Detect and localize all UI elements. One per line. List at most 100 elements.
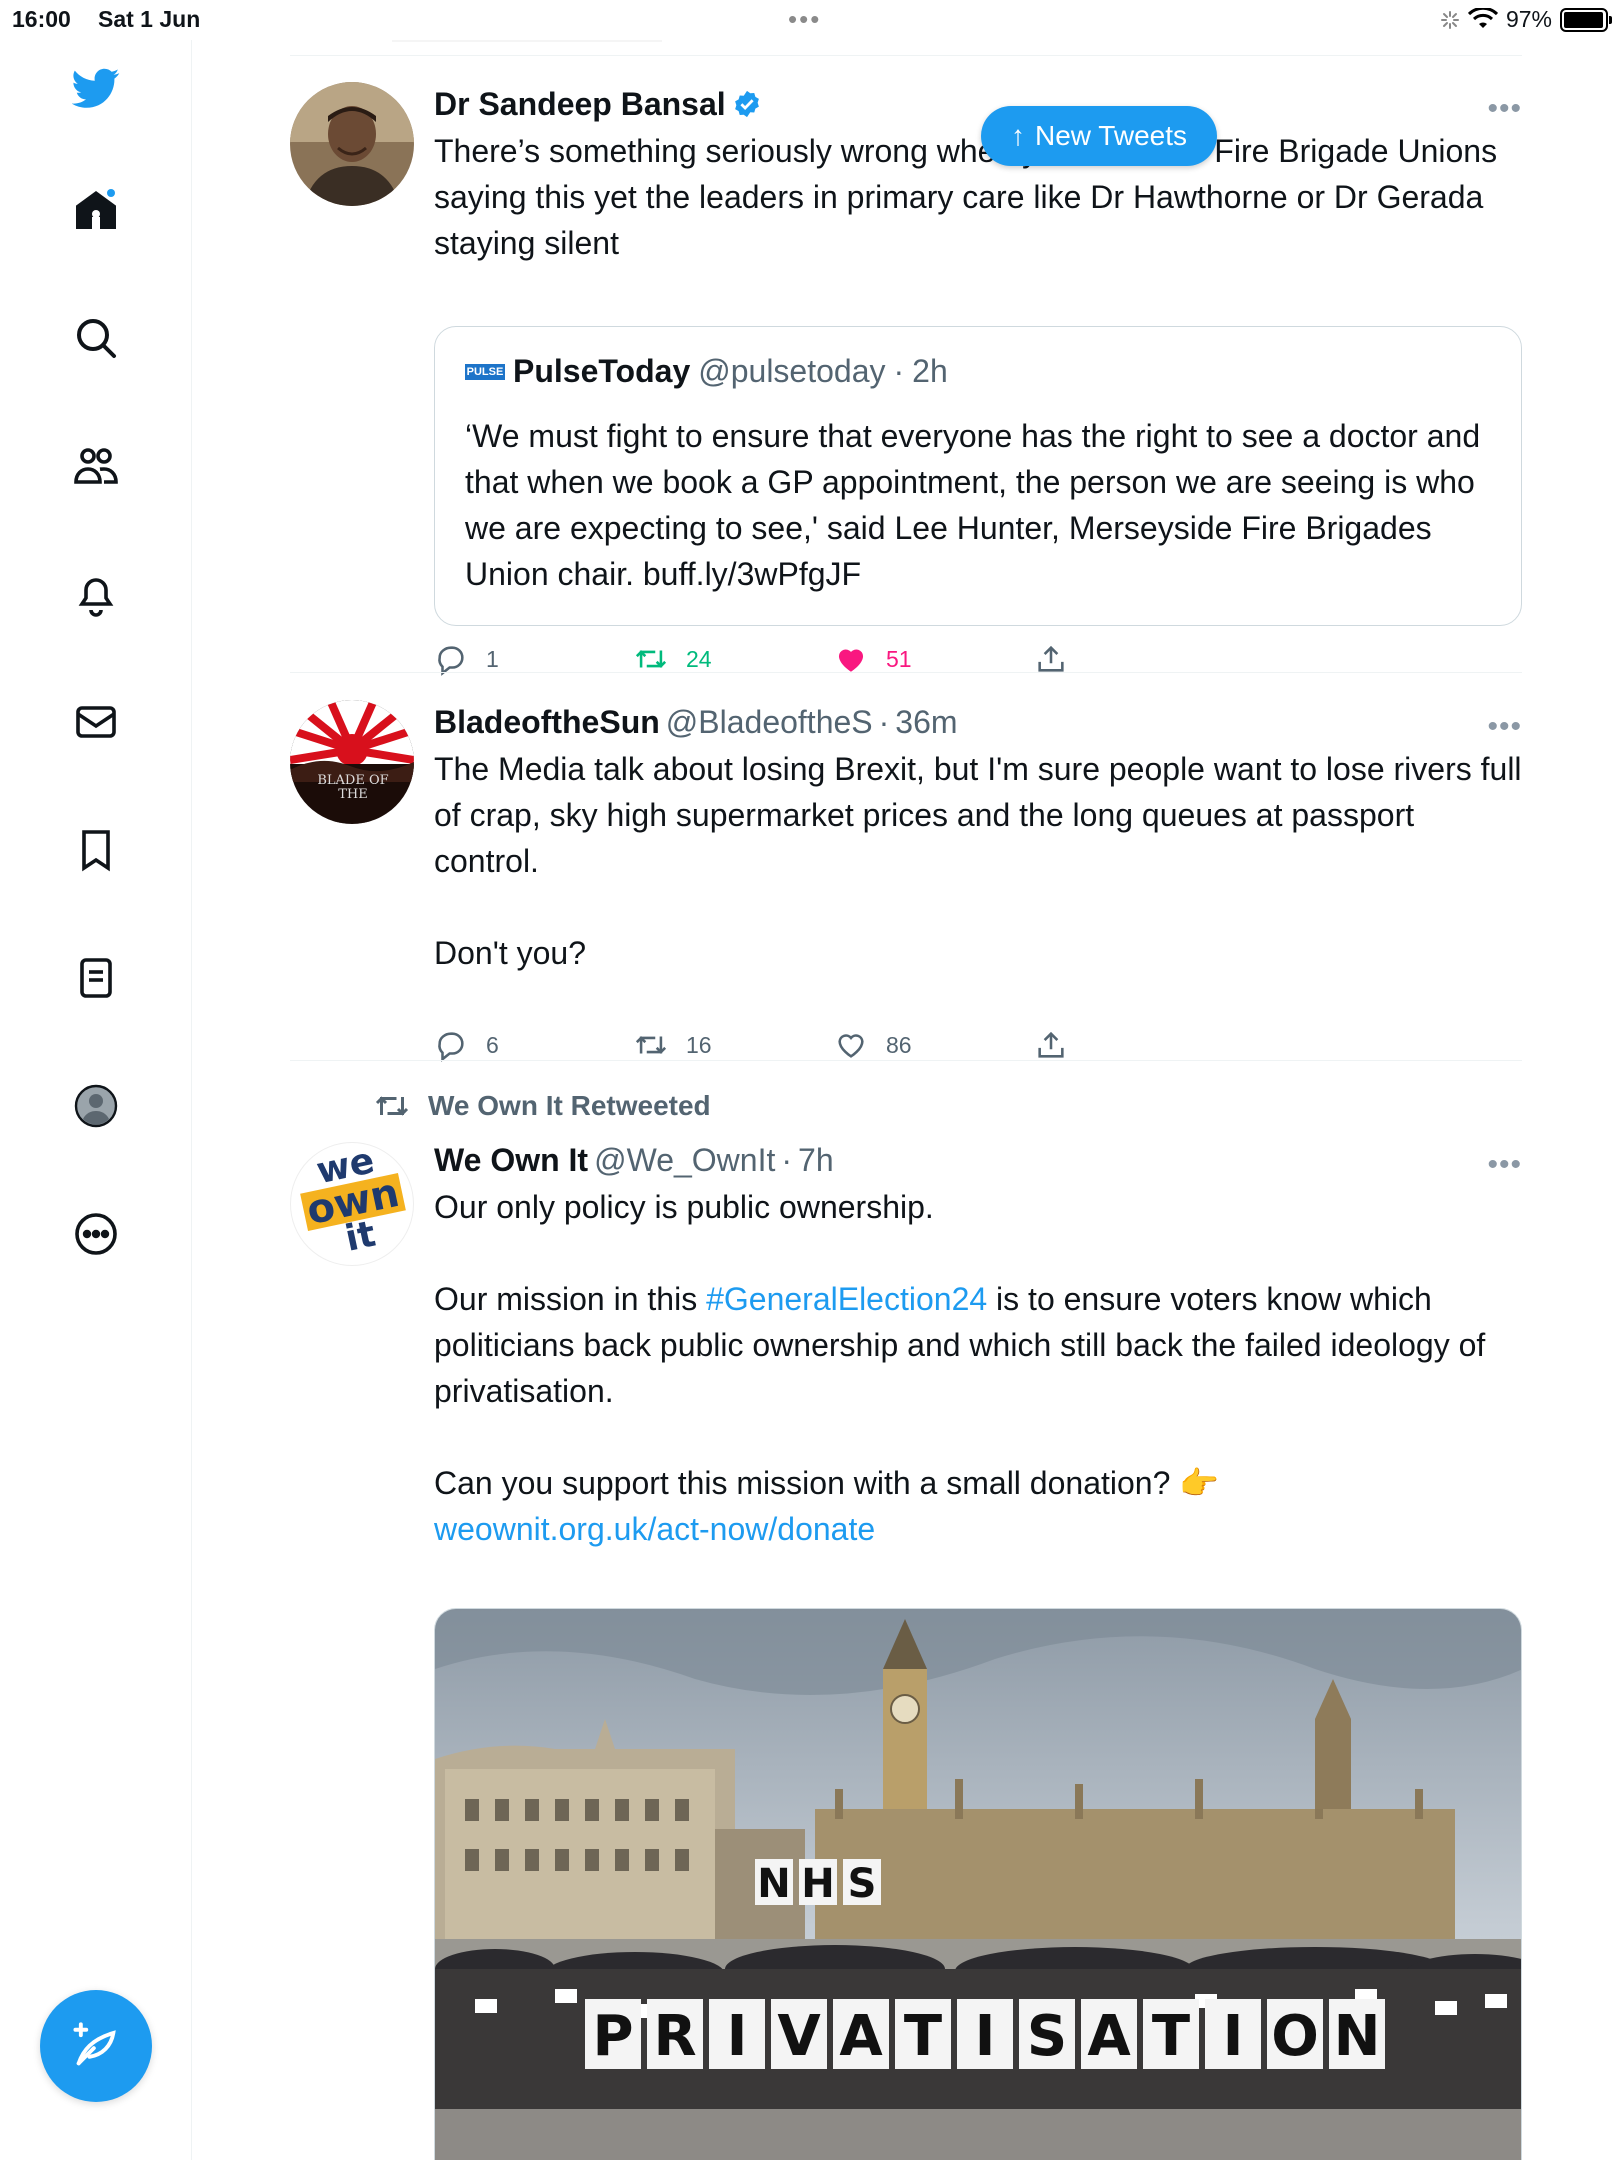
reply-button[interactable]: 6 <box>434 1028 499 1062</box>
status-time: 16:00 <box>12 6 71 32</box>
reply-icon <box>438 646 464 676</box>
messages-mail-icon[interactable] <box>66 692 126 752</box>
status-right: 97% <box>1440 6 1612 33</box>
avatar[interactable] <box>290 82 414 206</box>
author-handle: @BladeoftheS <box>665 703 873 740</box>
tweet-more-icon[interactable]: ••• <box>1487 1148 1522 1182</box>
status-bar: 16:00 Sat 1 Jun ••• 97% <box>0 0 1620 40</box>
share-icon <box>1038 645 1064 672</box>
author-handle: @We_OwnIt <box>594 1141 776 1178</box>
author-name[interactable]: BladeoftheSun <box>434 704 660 741</box>
more-options-icon[interactable] <box>66 1204 126 1264</box>
hashtag-link[interactable]: #GeneralElection24 <box>706 1281 987 1317</box>
retweet-button[interactable]: 24 <box>634 642 712 676</box>
retweeted-by-label: We Own It Retweeted <box>428 1090 711 1121</box>
home-icon[interactable] <box>66 180 126 240</box>
retweet-small-icon <box>375 1096 409 1116</box>
multitasking-dots[interactable]: ••• <box>788 4 821 35</box>
divider <box>290 55 1522 56</box>
tweet-body: BladeoftheSun @BladeoftheS · 36m ••• The… <box>434 700 1522 1062</box>
search-icon[interactable] <box>66 308 126 368</box>
quoted-tweet[interactable]: PULSE PulseToday @pulsetoday · 2h ‘We mu… <box>434 326 1522 626</box>
author-name[interactable]: We Own It <box>434 1142 588 1179</box>
reply-icon <box>438 1032 464 1062</box>
retweet-icon <box>635 650 667 668</box>
battery-percent: 97% <box>1505 6 1552 32</box>
sign-letter: S <box>1027 2004 1067 2069</box>
timeline: ↑ New Tweets Dr Sandeep Bansal ••• There… <box>192 40 1620 2160</box>
tweet-text: Our only policy is public ownership. Our… <box>434 1184 1522 1552</box>
sign-letter: A <box>839 2004 883 2069</box>
like-button[interactable]: 51 <box>834 642 912 676</box>
wifi-icon <box>1467 7 1498 28</box>
sign-letter: I <box>975 2004 996 2069</box>
sign-letter: I <box>1223 2004 1244 2069</box>
share-icon <box>1038 1031 1064 1058</box>
sign-letter: H <box>801 1861 834 1907</box>
tweet-text-line-1: Our only policy is public ownership. <box>434 1189 934 1225</box>
tweet-time: 7h <box>798 1141 834 1178</box>
like-count: 86 <box>886 1031 912 1058</box>
new-tweets-label: New Tweets <box>1035 120 1187 151</box>
sign-letter: O <box>1271 2004 1319 2069</box>
sign-letter: T <box>904 2004 942 2069</box>
status-date: Sat 1 Jun <box>98 6 201 32</box>
quote-handle: @pulsetoday <box>698 353 886 389</box>
communities-icon[interactable] <box>66 436 126 496</box>
sign-letter: N <box>1334 2004 1381 2069</box>
tweet-media-image[interactable]: NHS PRIVATISATION <box>434 1608 1522 2160</box>
compose-tweet-button[interactable] <box>40 1990 152 2102</box>
tweet[interactable]: Dr Sandeep Bansal ••• There’s something … <box>290 82 1522 676</box>
reply-button[interactable]: 1 <box>434 642 499 676</box>
author-name[interactable]: Dr Sandeep Bansal <box>434 86 726 123</box>
retweet-icon <box>635 1036 667 1054</box>
tweet-more-icon[interactable]: ••• <box>1487 710 1522 744</box>
tweet-time: 36m <box>895 703 958 740</box>
sign-letter: T <box>1152 2004 1190 2069</box>
retweet-button[interactable]: 16 <box>634 1028 712 1062</box>
tweet-header: BladeoftheSun @BladeoftheS · 36m <box>434 700 1522 744</box>
sign-letter: S <box>848 1861 877 1907</box>
tweet-more-icon[interactable]: ••• <box>1487 92 1522 126</box>
bookmarks-icon[interactable] <box>66 820 126 880</box>
tweet[interactable]: BLADE OF THE BladeoftheSun @BladeoftheS … <box>290 700 1522 1062</box>
we-own-it-logo: we own it <box>291 1143 413 1265</box>
profile-avatar-icon[interactable] <box>66 1076 126 1136</box>
sign-letter: V <box>777 2004 821 2069</box>
share-button[interactable] <box>1034 1028 1068 1062</box>
tweet-header: Dr Sandeep Bansal <box>434 82 1522 126</box>
heart-filled-icon <box>838 649 864 672</box>
loading-spinner-icon <box>1440 10 1459 29</box>
avatar-caption: BLADE OF THE <box>317 773 389 802</box>
reply-count: 6 <box>486 1031 499 1058</box>
tweet-header: We Own It @We_OwnIt · 7h <box>434 1138 1522 1182</box>
tweet-text-mission-a: Our mission in this <box>434 1281 707 1317</box>
lists-icon[interactable] <box>66 948 126 1008</box>
like-count: 51 <box>886 645 912 672</box>
separator: · <box>781 1141 793 1178</box>
notifications-bell-icon[interactable] <box>66 564 126 624</box>
tweet-text-donate: Can you support this mission with a smal… <box>434 1465 1220 1501</box>
tweet-actions: 6 16 86 <box>434 1028 1094 1068</box>
tweet-actions: 1 24 51 <box>434 642 1094 682</box>
divider <box>290 672 1522 673</box>
tweet-text: The Media talk about losing Brexit, but … <box>434 751 1522 971</box>
verified-badge-icon <box>734 90 759 118</box>
heart-icon <box>838 1034 864 1058</box>
avatar[interactable]: we own it <box>290 1142 414 1266</box>
donate-url-link[interactable]: weownit.org.uk/act-now/donate <box>434 1511 875 1547</box>
battery-icon <box>1560 7 1612 32</box>
new-tweets-button[interactable]: ↑ New Tweets <box>981 106 1217 166</box>
twitter-logo-icon[interactable] <box>66 58 126 118</box>
retweet-count: 24 <box>686 645 712 672</box>
retweeted-by[interactable]: We Own It Retweeted <box>374 1088 711 1124</box>
reply-count: 1 <box>486 645 499 672</box>
tweet-body: Dr Sandeep Bansal ••• There’s something … <box>434 82 1522 676</box>
tweet[interactable]: We Own It Retweeted we own it We Own It … <box>290 1084 1522 2160</box>
separator: · <box>878 703 890 740</box>
like-button[interactable]: 86 <box>834 1028 912 1062</box>
avatar[interactable]: BLADE OF THE <box>290 700 414 824</box>
share-button[interactable] <box>1034 642 1068 676</box>
protest-photo: NHS PRIVATISATION <box>435 1609 1521 2160</box>
sign-letter: R <box>653 2004 696 2069</box>
